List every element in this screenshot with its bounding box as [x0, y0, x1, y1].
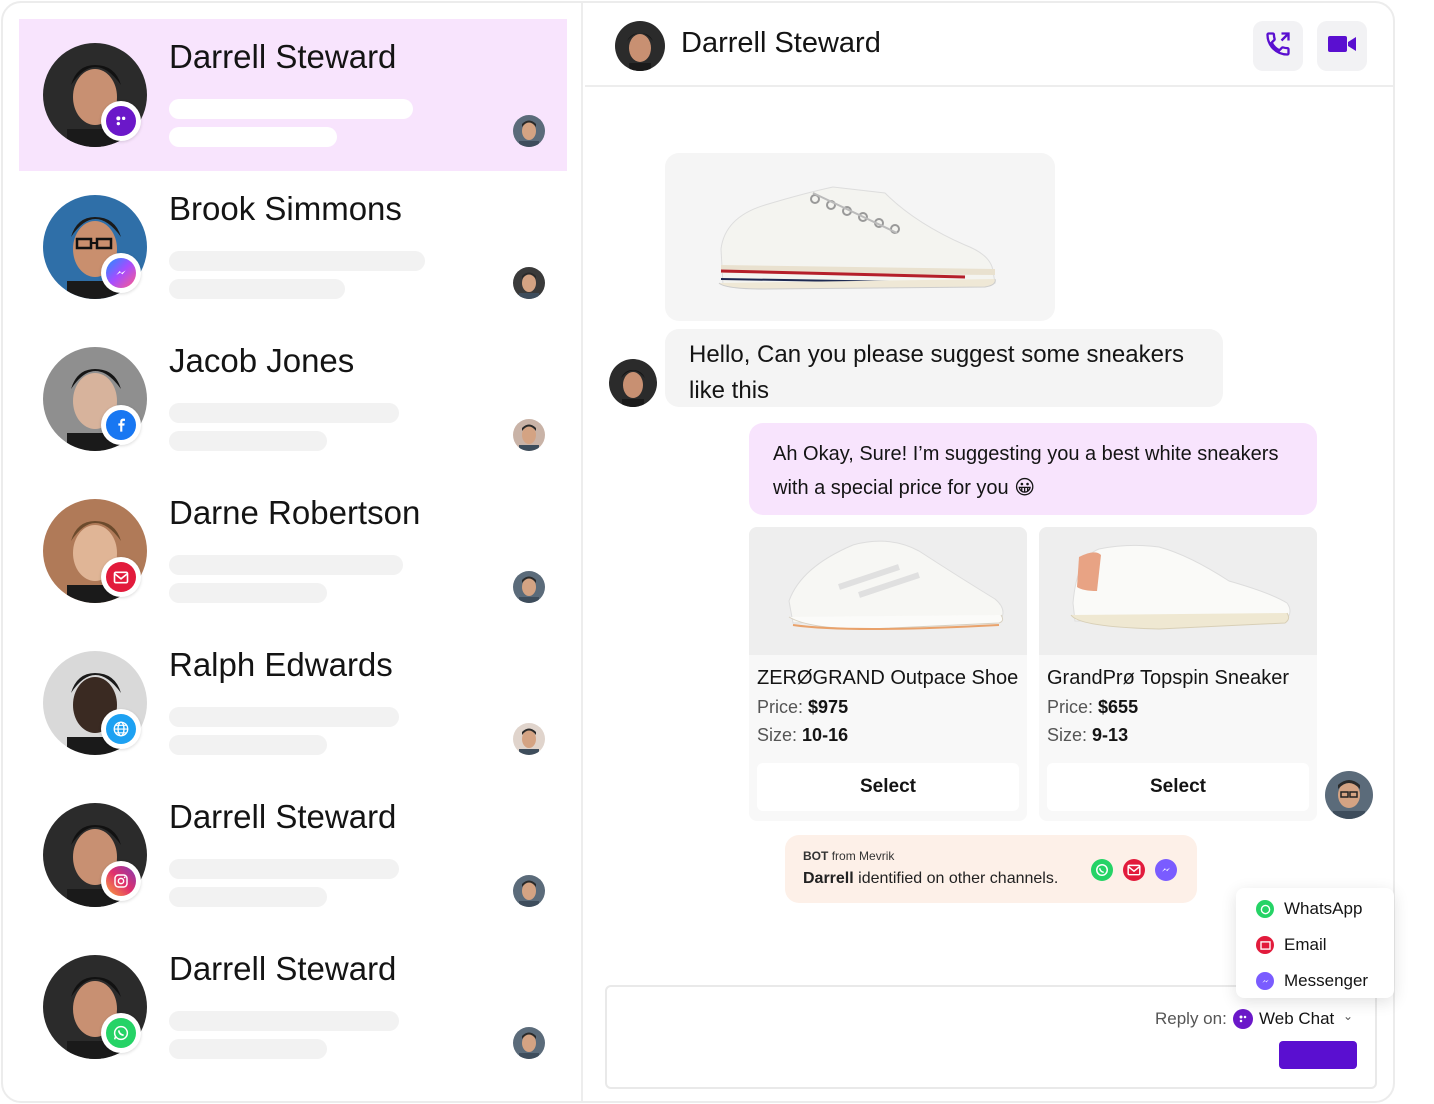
assigned-agent-avatar	[513, 571, 545, 603]
product-image	[1039, 527, 1317, 655]
outgoing-message: Ah Okay, Sure! I’m suggesting you a best…	[749, 423, 1317, 515]
product-price: Price: $655	[1047, 697, 1139, 717]
message-composer[interactable]: Reply on: Web Chat ⌄	[605, 985, 1377, 1089]
message-preview-placeholder	[169, 251, 425, 271]
conversation-item[interactable]: Darrell Steward	[19, 779, 567, 931]
webchat-icon	[101, 101, 141, 141]
contact-name: Darne Robertson	[169, 494, 421, 531]
conversation-item[interactable]: Darrell Steward	[19, 19, 567, 171]
dropdown-item-label: Email	[1284, 935, 1327, 954]
message-preview-placeholder	[169, 1011, 399, 1031]
email-icon[interactable]	[1123, 859, 1145, 881]
chat-contact-name: Darrell Steward	[681, 27, 881, 59]
reply-on-label: Reply on:	[1155, 1009, 1227, 1028]
dropdown-item-label: Messenger	[1284, 971, 1369, 990]
bot-notification: BOT from Mevrik Darrell identified on ot…	[785, 835, 1197, 903]
dropdown-item-whatsapp[interactable]: WhatsApp	[1256, 894, 1362, 924]
assigned-agent-avatar	[513, 115, 545, 147]
sneaker-image	[718, 186, 996, 290]
product-title: ZERØGRAND Outpace Shoe	[757, 667, 1019, 689]
contact-name: Jacob Jones	[169, 342, 355, 379]
product-card: ZERØGRAND Outpace Shoe Price: $975 Size:…	[749, 527, 1027, 821]
avatar[interactable]	[615, 21, 665, 71]
chevron-down-icon[interactable]: ⌄	[1343, 1009, 1353, 1023]
shared-image-message[interactable]	[665, 153, 1055, 321]
email-icon	[101, 557, 141, 597]
globe-icon	[101, 709, 141, 749]
messenger-icon	[101, 253, 141, 293]
dropdown-item-messenger[interactable]: Messenger	[1256, 966, 1368, 996]
message-preview-placeholder	[169, 403, 399, 423]
product-image	[749, 527, 1027, 655]
send-button[interactable]	[1279, 1041, 1357, 1069]
assigned-agent-avatar	[513, 723, 545, 755]
instagram-icon	[101, 861, 141, 901]
conversation-item[interactable]: Darne Robertson	[19, 475, 567, 627]
whatsapp-icon	[101, 1013, 141, 1053]
channel-dropdown: WhatsApp Email Messenger	[1236, 888, 1394, 998]
conversation-item[interactable]: Brook Simmons	[19, 171, 567, 323]
message-preview-placeholder	[169, 555, 403, 575]
contact-name: Darrell Steward	[169, 38, 397, 75]
webchat-icon	[1233, 1009, 1253, 1029]
select-button[interactable]: Select	[757, 763, 1019, 811]
contact-name: Darrell Steward	[169, 798, 397, 835]
message-preview-placeholder	[169, 583, 327, 603]
messenger-icon[interactable]	[1155, 859, 1177, 881]
select-button[interactable]: Select	[1047, 763, 1309, 811]
message-preview-placeholder	[169, 859, 399, 879]
dropdown-item-label: WhatsApp	[1284, 899, 1363, 918]
whatsapp-icon[interactable]	[1091, 859, 1113, 881]
facebook-icon	[101, 405, 141, 445]
email-icon	[1256, 936, 1274, 954]
message-preview-placeholder	[169, 707, 399, 727]
product-title: GrandPrø Topspin Sneaker	[1047, 667, 1289, 689]
product-size: Size: 9-13	[1047, 725, 1129, 745]
chat-header: Darrell Steward	[585, 3, 1393, 87]
message-preview-placeholder	[169, 99, 413, 119]
message-preview-placeholder	[169, 279, 345, 299]
assigned-agent-avatar	[513, 1027, 545, 1059]
message-preview-placeholder	[169, 431, 327, 451]
dropdown-item-email[interactable]: Email	[1256, 930, 1327, 960]
channel-icons	[1091, 859, 1177, 881]
message-preview-placeholder	[169, 887, 327, 907]
whatsapp-icon	[1256, 900, 1274, 918]
conversation-item[interactable]: Darrell Steward	[19, 931, 567, 1083]
avatar	[609, 359, 657, 407]
reply-channel-select[interactable]: Web Chat	[1259, 1009, 1334, 1029]
agent-avatar	[1325, 771, 1373, 819]
assigned-agent-avatar	[513, 875, 545, 907]
phone-icon	[1264, 30, 1292, 63]
product-price: Price: $975	[757, 697, 849, 717]
contact-name: Ralph Edwards	[169, 646, 393, 683]
video-camera-icon	[1327, 33, 1357, 60]
messenger-icon	[1256, 972, 1274, 990]
conversation-item[interactable]: Ralph Edwards	[19, 627, 567, 779]
incoming-message: Hello, Can you please suggest some sneak…	[665, 329, 1223, 407]
message-preview-placeholder	[169, 1039, 327, 1059]
bot-source: BOT from Mevrik	[803, 849, 895, 863]
product-size: Size: 10-16	[757, 725, 849, 745]
bot-message: Darrell identified on other channels.	[803, 870, 1059, 887]
video-call-button[interactable]	[1317, 21, 1367, 71]
message-preview-placeholder	[169, 127, 337, 147]
call-button[interactable]	[1253, 21, 1303, 71]
conversation-item[interactable]: Jacob Jones	[19, 323, 567, 475]
product-card: GrandPrø Topspin Sneaker Price: $655 Siz…	[1039, 527, 1317, 821]
contact-name: Brook Simmons	[169, 190, 402, 227]
assigned-agent-avatar	[513, 419, 545, 451]
assigned-agent-avatar	[513, 267, 545, 299]
contact-name: Darrell Steward	[169, 950, 397, 987]
conversation-list: Darrell Steward Brook Simmons Jacob Jones D…	[3, 3, 583, 1101]
message-preview-placeholder	[169, 735, 327, 755]
app-window: Darrell Steward Brook Simmons Jacob Jones D…	[1, 1, 1395, 1103]
